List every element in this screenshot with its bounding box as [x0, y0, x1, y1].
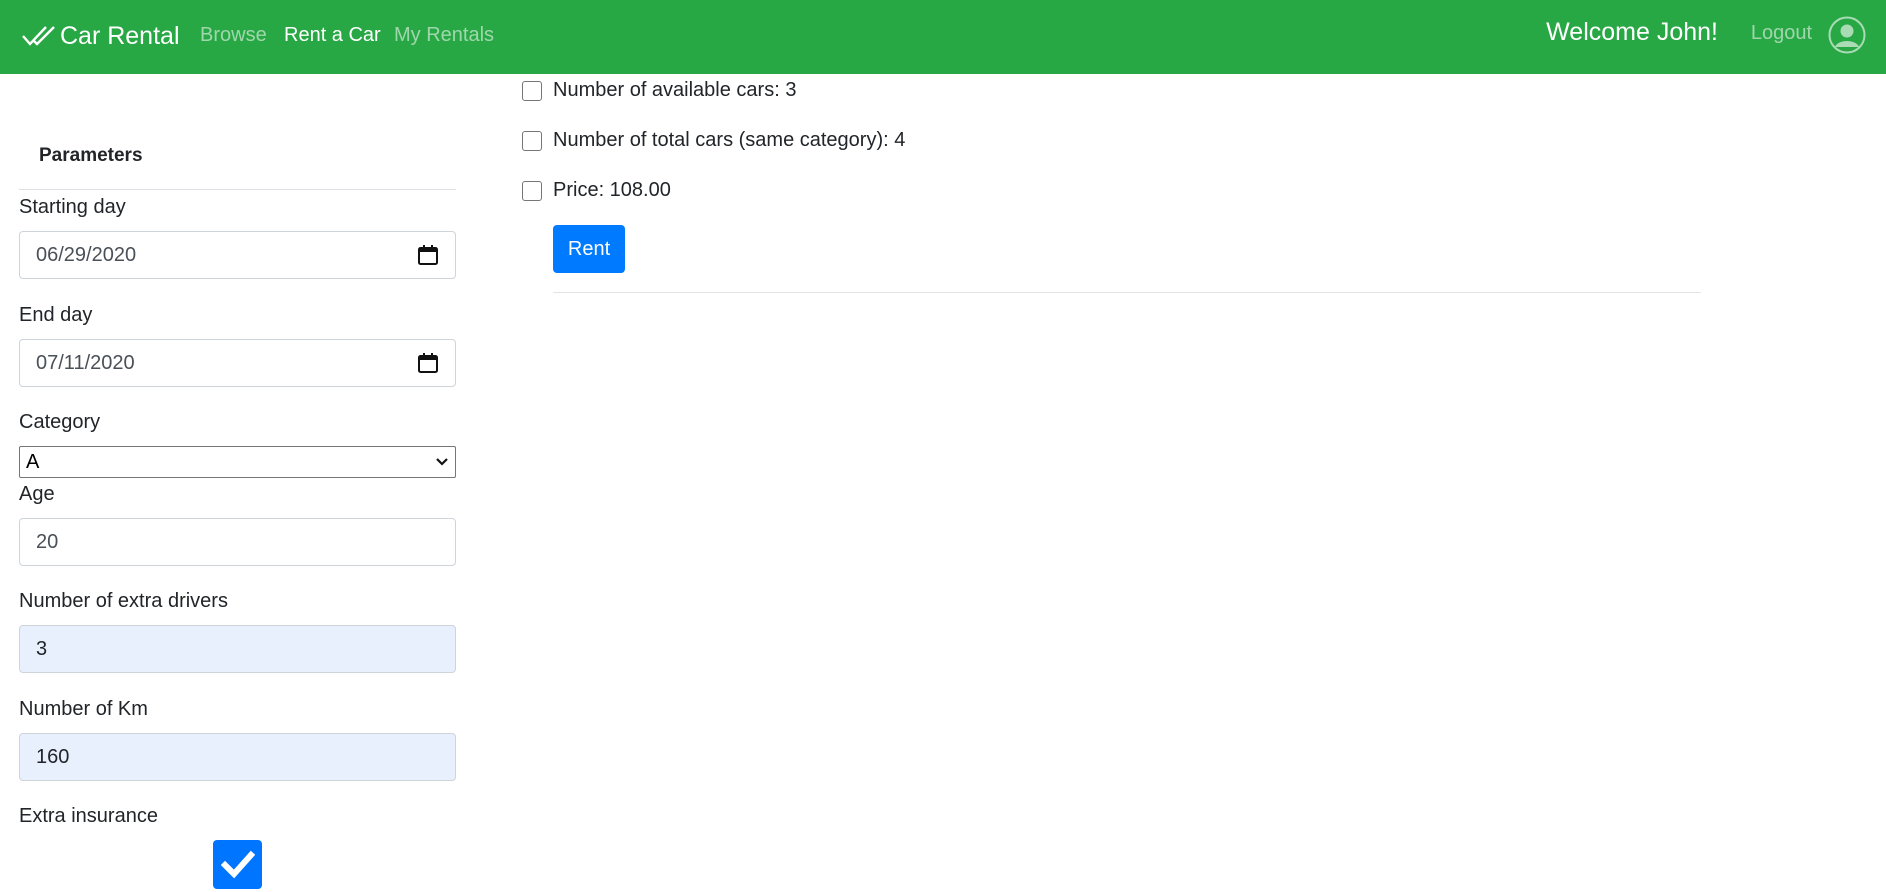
total-cars-row[interactable]: Number of total cars (same category): 4 — [522, 129, 905, 152]
top-navbar: Car Rental Browse Rent a Car My Rentals … — [0, 0, 1886, 74]
brand-link[interactable]: Car Rental — [22, 18, 180, 54]
parameters-divider — [19, 189, 456, 190]
end-day-value: 07/11/2020 — [36, 351, 135, 374]
km-value: 160 — [36, 745, 70, 768]
nav-rent-a-car[interactable]: Rent a Car — [284, 24, 381, 47]
price-checkbox[interactable] — [522, 180, 542, 201]
extra-drivers-input[interactable]: 3 — [19, 625, 456, 673]
age-value: 20 — [36, 530, 59, 553]
user-circle-icon[interactable] — [1828, 16, 1866, 54]
content-divider — [553, 292, 1701, 293]
end-day-label: End day — [19, 304, 93, 326]
welcome-text: Welcome John! — [1546, 18, 1718, 46]
end-day-input[interactable]: 07/11/2020 — [19, 339, 456, 387]
category-select[interactable]: A — [19, 446, 456, 478]
nav-my-rentals[interactable]: My Rentals — [394, 24, 494, 47]
available-cars-row[interactable]: Number of available cars: 3 — [522, 79, 796, 102]
calendar-icon[interactable] — [417, 244, 439, 266]
brand-label: Car Rental — [60, 21, 180, 50]
km-input[interactable]: 160 — [19, 733, 456, 781]
total-cars-checkbox[interactable] — [522, 130, 542, 151]
available-cars-checkbox[interactable] — [522, 80, 542, 101]
age-input[interactable]: 20 — [19, 518, 456, 566]
calendar-icon[interactable] — [417, 352, 439, 374]
checkmark-icon — [220, 850, 255, 878]
extra-drivers-label: Number of extra drivers — [19, 590, 228, 612]
starting-day-value: 06/29/2020 — [36, 243, 137, 266]
parameters-title: Parameters — [39, 145, 143, 166]
nav-browse[interactable]: Browse — [200, 24, 267, 47]
extra-insurance-checkbox[interactable] — [213, 840, 262, 889]
rent-button[interactable]: Rent — [553, 225, 625, 273]
logout-link[interactable]: Logout — [1751, 22, 1812, 45]
age-label: Age — [19, 483, 55, 505]
starting-day-input[interactable]: 06/29/2020 — [19, 231, 456, 279]
price-label: Price: 108.00 — [553, 179, 671, 201]
extra-insurance-label: Extra insurance — [19, 805, 158, 827]
price-row[interactable]: Price: 108.00 — [522, 179, 671, 202]
extra-drivers-value: 3 — [36, 637, 48, 660]
category-label: Category — [19, 411, 101, 433]
starting-day-label: Starting day — [19, 196, 126, 218]
double-check-icon — [22, 26, 55, 46]
available-cars-label: Number of available cars: 3 — [553, 79, 797, 101]
category-value: A — [26, 450, 40, 473]
chevron-down-icon — [436, 458, 448, 466]
km-label: Number of Km — [19, 698, 148, 720]
total-cars-label: Number of total cars (same category): 4 — [553, 129, 906, 151]
